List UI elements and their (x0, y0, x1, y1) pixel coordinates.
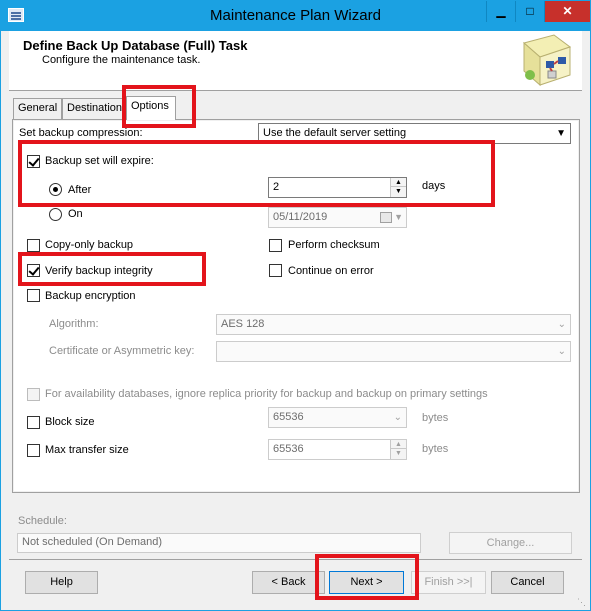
backup-expire-label: Backup set will expire: (45, 155, 154, 167)
continue-on-error-label: Continue on error (288, 265, 374, 277)
expire-on-label: On (68, 208, 83, 220)
chevron-down-icon: ▼ (556, 128, 566, 139)
verify-integrity-label: Verify backup integrity (45, 265, 153, 277)
back-button[interactable]: < Back (252, 571, 325, 594)
verify-integrity-checkbox[interactable] (27, 264, 40, 277)
resize-grip-icon[interactable]: ⋱ (577, 597, 587, 607)
compression-value: Use the default server setting (263, 127, 407, 139)
help-button[interactable]: Help (25, 571, 98, 594)
minimize-button[interactable]: ▁ (486, 1, 515, 22)
page-title: Define Back Up Database (Full) Task (23, 38, 248, 53)
tab-options[interactable]: Options (126, 96, 176, 120)
block-size-label: Block size (45, 416, 95, 428)
maximize-button[interactable]: □ (515, 1, 544, 22)
expire-after-radio[interactable] (49, 183, 62, 196)
algorithm-value: AES 128 (221, 318, 265, 330)
schedule-label: Schedule: (18, 515, 67, 527)
block-size-bytes-label: bytes (422, 412, 449, 424)
backup-expire-checkbox[interactable] (27, 155, 40, 168)
perform-checksum-label: Perform checksum (288, 239, 380, 251)
schedule-value: Not scheduled (On Demand) (22, 536, 163, 548)
copy-only-checkbox[interactable] (27, 239, 40, 252)
compression-label: Set backup compression: (19, 127, 143, 139)
schedule-field: Not scheduled (On Demand) (17, 533, 421, 553)
chevron-down-icon: ⌄ (557, 319, 566, 330)
expire-on-date-picker[interactable]: 05/11/2019 ▼ (268, 207, 407, 228)
expire-after-label: After (68, 184, 92, 196)
cancel-button[interactable]: Cancel (491, 571, 564, 594)
calendar-icon (380, 212, 392, 223)
spin-up-icon[interactable]: ▲ (391, 440, 406, 449)
chevron-down-icon: ⌄ (393, 412, 402, 423)
compression-select[interactable]: Use the default server setting ▼ (258, 123, 571, 144)
options-tab-panel: Set backup compression: Use the default … (12, 119, 580, 493)
wizard-illustration-icon (522, 34, 572, 87)
expire-days-stepper[interactable]: 2 ▲ ▼ (268, 177, 407, 198)
expire-on-date-value: 05/11/2019 (273, 211, 328, 223)
tab-destination[interactable]: Destination (62, 98, 128, 119)
next-button[interactable]: Next > (329, 571, 404, 594)
chevron-down-icon: ▼ (394, 212, 403, 222)
spin-up-icon[interactable]: ▲ (391, 178, 406, 187)
max-transfer-stepper[interactable]: 65536 ▲ ▼ (268, 439, 407, 460)
backup-encryption-label: Backup encryption (45, 290, 136, 302)
change-schedule-button[interactable]: Change... (449, 532, 572, 554)
footer-divider (9, 559, 582, 560)
availability-label: For availability databases, ignore repli… (45, 388, 488, 400)
max-transfer-label: Max transfer size (45, 444, 129, 456)
availability-checkbox[interactable] (27, 388, 40, 401)
days-label: days (422, 180, 446, 192)
wizard-header: Define Back Up Database (Full) Task Conf… (9, 31, 582, 91)
chevron-down-icon: ⌄ (557, 346, 566, 357)
maintenance-plan-wizard-window: Maintenance Plan Wizard ▁ □ ✕ Define Bac… (0, 0, 591, 611)
copy-only-label: Copy-only backup (45, 239, 134, 251)
backup-encryption-checkbox[interactable] (27, 289, 40, 302)
block-size-checkbox[interactable] (27, 416, 40, 429)
certificate-select[interactable]: ⌄ (216, 341, 571, 362)
expire-days-value: 2 (273, 181, 280, 193)
page-subtitle: Configure the maintenance task. (42, 54, 201, 66)
expire-on-radio[interactable] (49, 208, 62, 221)
tab-general[interactable]: General (13, 98, 62, 119)
close-button[interactable]: ✕ (544, 1, 590, 22)
spin-down-icon[interactable]: ▼ (391, 187, 406, 196)
max-transfer-bytes-label: bytes (422, 443, 449, 455)
title-bar: Maintenance Plan Wizard ▁ □ ✕ (1, 1, 590, 31)
continue-on-error-checkbox[interactable] (269, 264, 282, 277)
block-size-select[interactable]: 65536 ⌄ (268, 407, 407, 428)
finish-button[interactable]: Finish >>| (411, 571, 486, 594)
block-size-value: 65536 (273, 411, 304, 423)
spin-down-icon[interactable]: ▼ (391, 449, 406, 458)
max-transfer-value: 65536 (273, 443, 304, 455)
algorithm-select[interactable]: AES 128 ⌄ (216, 314, 571, 335)
perform-checksum-checkbox[interactable] (269, 239, 282, 252)
certificate-label: Certificate or Asymmetric key: (49, 345, 195, 357)
algorithm-label: Algorithm: (49, 318, 99, 330)
max-transfer-checkbox[interactable] (27, 444, 40, 457)
